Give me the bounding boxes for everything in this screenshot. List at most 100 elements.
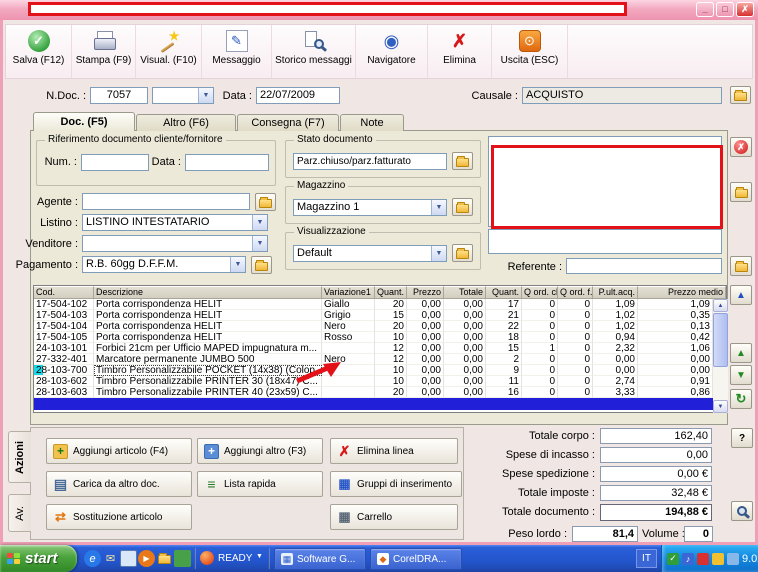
causale-field[interactable]: ACQUISTO <box>522 87 722 104</box>
clear-panel-button[interactable]: ✗ <box>730 137 752 157</box>
row-scroll-up-button[interactable]: ▲ <box>730 285 752 305</box>
selected-empty-row[interactable] <box>34 398 713 410</box>
table-row[interactable]: 27-332-401 Marcatore permanente JUMBO 500… <box>34 354 713 365</box>
table-row[interactable]: 28-103-700 Timbro Personalizzabile POCKET… <box>34 365 713 376</box>
load-from-doc-button[interactable]: ▤ Carica da altro doc. <box>46 471 192 497</box>
media-player-icon[interactable]: ▶ <box>138 550 155 567</box>
referente-browse-button[interactable] <box>730 256 752 276</box>
visualizzazione-browse-button[interactable] <box>452 244 473 262</box>
column-header[interactable]: P.ult.acq. <box>593 286 638 299</box>
visualize-button[interactable]: ★ Visual. (F10) <box>136 25 202 78</box>
save-button[interactable]: ✓ Salva (F12) <box>6 25 72 78</box>
table-scrollbar[interactable]: ▲ ▼ <box>713 299 728 413</box>
ndoc-input[interactable]: 7057 <box>90 87 148 104</box>
column-header[interactable]: Totale <box>444 286 486 299</box>
agente-input[interactable] <box>82 193 250 210</box>
navigator-button[interactable]: ◉ Navigatore <box>356 25 428 78</box>
delete-line-button[interactable]: ✗ Elimina linea <box>330 438 458 464</box>
shield-icon[interactable]: ✓ <box>667 552 679 565</box>
move-row-down-button[interactable]: ▼ <box>730 365 752 385</box>
num-input[interactable] <box>81 154 149 171</box>
ref-date-input[interactable] <box>185 154 269 171</box>
cart-button[interactable]: ▦ Carrello <box>330 504 458 530</box>
tab-note[interactable]: Note <box>340 114 404 131</box>
tab-avanzate[interactable]: Av. <box>8 494 31 532</box>
add-article-button[interactable]: + Aggiungi articolo (F4) <box>46 438 192 464</box>
table-row[interactable]: 28-103-602 Timbro Personalizzabile PRINTE… <box>34 376 713 387</box>
visualizzazione-combo[interactable]: Default ▼ <box>293 245 447 262</box>
network-icon[interactable] <box>727 552 739 565</box>
scrollbar-thumb[interactable] <box>713 313 728 367</box>
tab-azioni[interactable]: Azioni <box>8 431 31 483</box>
ready-icon[interactable] <box>200 551 214 565</box>
doc-type-combo[interactable]: ▼ <box>152 87 214 104</box>
move-row-up-button[interactable]: ▲ <box>730 343 752 363</box>
substitute-article-button[interactable]: ⇄ Sostituzione articolo <box>46 504 192 530</box>
magazzino-combo[interactable]: Magazzino 1 ▼ <box>293 199 447 216</box>
quicklaunch-folder-icon[interactable] <box>156 550 173 567</box>
delete-button[interactable]: ✗ Elimina <box>428 25 492 78</box>
column-header[interactable]: Quant. <box>486 286 522 299</box>
table-row[interactable]: 24-103-101 Forbici 21cm per Ufficio MAPED… <box>34 343 713 354</box>
ready-dropdown-icon[interactable]: ▼ <box>256 553 263 560</box>
ready-label[interactable]: READY <box>218 553 252 564</box>
mail-icon[interactable]: ✉ <box>102 550 119 567</box>
pagamento-browse-button[interactable] <box>251 256 272 274</box>
venditore-combo[interactable]: ▼ <box>82 235 268 252</box>
start-button[interactable]: start <box>0 545 77 572</box>
message-history-button[interactable]: Storico messaggi <box>272 25 356 78</box>
app-shortcut-icon[interactable] <box>174 550 191 567</box>
table-row[interactable]: 17-504-104 Porta corrispondenza HELIT Nero… <box>34 321 713 332</box>
scroll-up-icon[interactable]: ▲ <box>713 299 728 312</box>
add-other-button[interactable]: + Aggiungi altro (F3) <box>197 438 323 464</box>
stato-field[interactable]: Parz.chiuso/parz.fatturato <box>293 153 447 170</box>
listino-combo[interactable]: LISTINO INTESTATARIO ▼ <box>82 214 268 231</box>
side-list-panel-2[interactable] <box>488 229 722 254</box>
quick-list-button[interactable]: ≡ Lista rapida <box>197 471 323 497</box>
zoom-totals-button[interactable] <box>731 501 753 521</box>
column-header[interactable]: Variazione1 <box>322 286 375 299</box>
help-button[interactable]: ? <box>731 428 753 448</box>
close-button[interactable]: ✗ <box>736 2 754 17</box>
print-button[interactable]: Stampa (F9) <box>72 25 136 78</box>
agente-browse-button[interactable] <box>255 193 276 211</box>
task-software-g[interactable]: ▦ Software G... <box>274 548 366 570</box>
column-header[interactable]: Q ord. f. <box>558 286 593 299</box>
panel-browse-button[interactable] <box>730 182 752 202</box>
scroll-down-icon[interactable]: ▼ <box>713 400 728 413</box>
table-row[interactable]: 17-504-102 Porta corrispondenza HELIT Gial… <box>34 299 713 310</box>
show-desktop-icon[interactable] <box>120 550 137 567</box>
column-header[interactable]: Prezzo <box>407 286 444 299</box>
alert-icon[interactable] <box>712 552 724 565</box>
tab-consegna[interactable]: Consegna (F7) <box>237 114 339 131</box>
date-input[interactable]: 22/07/2009 <box>256 87 340 104</box>
chevron-down-icon[interactable]: ▼ <box>252 236 267 251</box>
volume-icon[interactable]: ♪ <box>682 552 694 565</box>
minimize-button[interactable]: _ <box>696 2 714 17</box>
column-header[interactable]: Cod. <box>34 286 94 299</box>
column-header[interactable]: Q ord. cl. <box>522 286 558 299</box>
column-header[interactable]: Prezzo medio <box>638 286 726 299</box>
column-header[interactable]: Quant. <box>375 286 407 299</box>
causale-browse-button[interactable] <box>730 86 751 104</box>
tab-doc[interactable]: Doc. (F5) <box>33 112 135 131</box>
table-row[interactable]: 28-103-603 Timbro Personalizzabile PRINTE… <box>34 387 713 398</box>
column-header[interactable]: Descrizione <box>94 286 322 299</box>
chevron-down-icon[interactable]: ▼ <box>230 257 245 272</box>
chevron-down-icon[interactable]: ▼ <box>431 200 446 215</box>
internet-explorer-icon[interactable]: e <box>84 550 101 567</box>
message-button[interactable]: ✎ Messaggio <box>202 25 272 78</box>
refresh-button[interactable]: ↻ <box>730 389 752 409</box>
chevron-down-icon[interactable]: ▼ <box>198 88 213 103</box>
table-row[interactable]: 17-504-105 Porta corrispondenza HELIT Ross… <box>34 332 713 343</box>
restore-button[interactable]: □ <box>716 2 734 17</box>
pagamento-combo[interactable]: R.B. 60gg D.F.F.M. ▼ <box>82 256 246 273</box>
task-coreldraw[interactable]: ◆ CorelDRA... <box>370 548 462 570</box>
stato-browse-button[interactable] <box>452 152 473 170</box>
magazzino-browse-button[interactable] <box>452 198 473 216</box>
referente-input[interactable] <box>566 258 722 274</box>
table-row[interactable]: 17-504-103 Porta corrispondenza HELIT Grig… <box>34 310 713 321</box>
language-indicator[interactable]: IT <box>636 549 657 568</box>
tab-altro[interactable]: Altro (F6) <box>136 114 236 131</box>
chevron-down-icon[interactable]: ▼ <box>252 215 267 230</box>
